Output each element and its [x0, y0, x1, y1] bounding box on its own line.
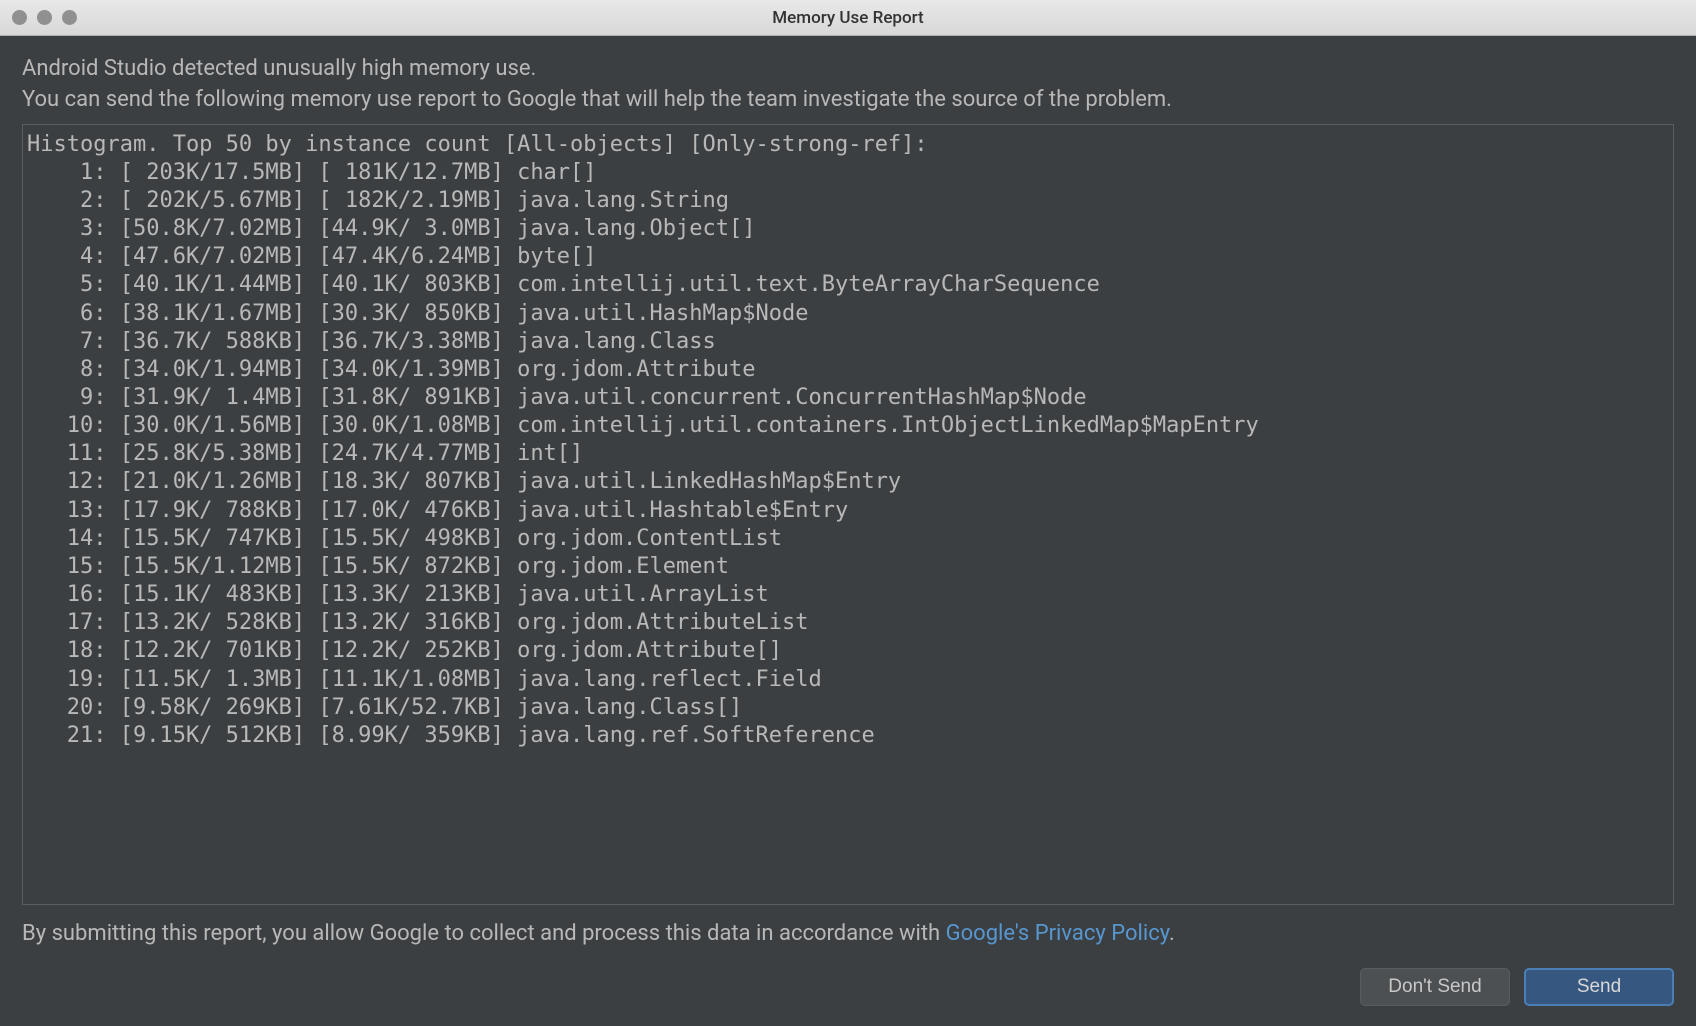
privacy-policy-link[interactable]: Google's Privacy Policy [946, 921, 1169, 946]
privacy-footer: By submitting this report, you allow Goo… [22, 919, 1674, 950]
window-controls [12, 10, 77, 25]
send-button[interactable]: Send [1524, 968, 1674, 1006]
dont-send-button[interactable]: Don't Send [1360, 968, 1510, 1006]
close-icon[interactable] [12, 10, 27, 25]
dialog-message: Android Studio detected unusually high m… [22, 54, 1674, 116]
button-bar: Don't Send Send [22, 968, 1674, 1026]
privacy-suffix: . [1169, 921, 1175, 946]
titlebar: Memory Use Report [0, 0, 1696, 36]
zoom-icon[interactable] [62, 10, 77, 25]
minimize-icon[interactable] [37, 10, 52, 25]
window-title: Memory Use Report [772, 8, 923, 28]
memory-report-text[interactable]: Histogram. Top 50 by instance count [All… [22, 124, 1674, 906]
message-line-2: You can send the following memory use re… [22, 85, 1674, 116]
privacy-prefix: By submitting this report, you allow Goo… [22, 921, 946, 946]
message-line-1: Android Studio detected unusually high m… [22, 54, 1674, 85]
dialog-content: Android Studio detected unusually high m… [0, 36, 1696, 1026]
